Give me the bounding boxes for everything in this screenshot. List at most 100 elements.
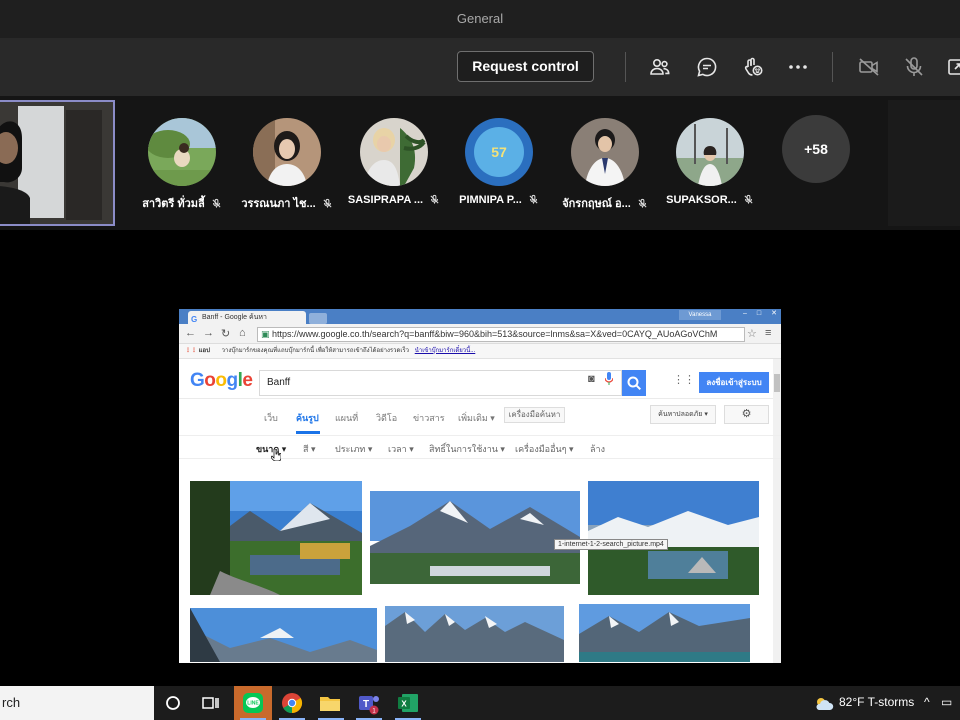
voice-search-icon[interactable]: [604, 372, 614, 386]
mic-muted-icon: [322, 198, 333, 212]
filter-usage-rights[interactable]: สิทธิ์ในการใช้งาน ▾: [429, 442, 505, 456]
profile-name: Vanessa: [679, 310, 721, 320]
scrollbar-thumb[interactable]: [774, 374, 780, 392]
people-icon[interactable]: [648, 55, 672, 79]
mic-muted-icon: [528, 194, 539, 208]
svg-text:LINE: LINE: [247, 701, 259, 707]
browser-tab-strip: G Banff - Google ค้นหา Vanessa – □ ✕: [179, 309, 781, 324]
maximize-icon[interactable]: □: [757, 310, 761, 317]
participant-name: PIMNIPA P...: [439, 194, 559, 208]
back-icon[interactable]: ←: [185, 327, 196, 339]
avatar: [676, 118, 744, 186]
apps-grid-icon: ⋮⋮: [185, 348, 197, 354]
filter-color[interactable]: สี ▾: [303, 442, 316, 456]
active-tab-indicator: [296, 431, 320, 434]
network-icon[interactable]: ▭: [941, 695, 952, 709]
address-bar[interactable]: ▣ https://www.google.co.th/search?q=banff…: [257, 327, 745, 342]
url-text: https://www.google.co.th/search?q=banff&…: [272, 329, 718, 339]
browser-tab[interactable]: G Banff - Google ค้นหา: [188, 311, 306, 324]
participant-name: SUPAKSOR...: [650, 194, 770, 208]
participant-name: วรรณนภา ไช...: [227, 194, 347, 212]
sign-in-button[interactable]: ลงชื่อเข้าสู่ระบบ: [699, 372, 769, 393]
participant-tile[interactable]: สาวิตรี ทั่วมลี้: [122, 118, 242, 210]
tab-more[interactable]: เพิ่มเติม ▾: [458, 411, 495, 425]
browser-menu-icon[interactable]: ≡: [765, 327, 771, 339]
minimize-icon[interactable]: –: [743, 310, 747, 317]
reactions-icon[interactable]: [741, 55, 765, 79]
camera-search-icon[interactable]: ◙: [588, 373, 595, 385]
windows-taskbar: rch LINE T1 X 82°F T-storms ^ ▭: [0, 686, 960, 720]
teams-icon[interactable]: T1: [357, 691, 381, 715]
avatar: [148, 118, 216, 186]
participant-tile[interactable]: จักรกฤษณ์ อ...: [545, 118, 665, 210]
chevron-up-icon[interactable]: ^: [924, 695, 930, 709]
image-result[interactable]: [370, 491, 580, 584]
participant-name: SASIPRAPA ...: [334, 194, 454, 208]
tab-web[interactable]: เว็บ: [264, 411, 278, 425]
chrome-icon[interactable]: [280, 691, 304, 715]
teams-meeting-window: { "window": {"title": "General"}, "toolb…: [0, 0, 960, 720]
reload-icon[interactable]: ↻: [221, 327, 230, 340]
file-tooltip: 1-internet-1-2-search_picture.mp4: [554, 539, 668, 550]
home-icon[interactable]: ⌂: [239, 327, 246, 339]
chat-icon[interactable]: [695, 55, 719, 79]
tab-videos[interactable]: วิดีโอ: [376, 411, 397, 425]
tab-images[interactable]: ค้นรูป: [296, 411, 319, 425]
filter-clear[interactable]: ล้าง: [590, 442, 605, 456]
more-participants-button[interactable]: +58: [782, 115, 850, 183]
mic-muted-icon: [637, 198, 648, 212]
participant-tile[interactable]: SUPAKSOR...: [650, 118, 770, 206]
image-result[interactable]: [588, 481, 759, 595]
taskbar-search-input[interactable]: rch: [0, 686, 154, 720]
bookmarks-bar: ⋮⋮ แอป วางบุ๊กมาร์กของคุณที่แถบบุ๊กมาร์ก…: [179, 344, 781, 359]
meeting-toolbar: Request control: [0, 38, 960, 96]
tab-maps[interactable]: แผนที่: [335, 411, 358, 425]
participant-tile[interactable]: วรรณนภา ไช...: [227, 118, 347, 210]
tab-news[interactable]: ข่าวสาร: [413, 411, 445, 425]
search-button[interactable]: [622, 370, 646, 396]
search-input[interactable]: Banff: [259, 370, 622, 396]
side-video-tile: [888, 100, 960, 226]
svg-text:X: X: [401, 700, 407, 709]
search-tools-button[interactable]: เครื่องมือค้นหา: [504, 407, 565, 423]
camera-off-icon[interactable]: [857, 55, 881, 79]
toolbar-divider: [625, 52, 626, 82]
weather-text[interactable]: 82°F T-storms: [839, 695, 914, 709]
line-app-icon[interactable]: LINE: [241, 691, 265, 715]
settings-gear-icon[interactable]: ⚙: [724, 405, 769, 424]
search-icon: [627, 376, 642, 391]
participant-tile[interactable]: 57 PIMNIPA P...: [439, 118, 559, 206]
self-video-tile[interactable]: [0, 100, 115, 226]
filter-more-tools[interactable]: เครื่องมืออื่นๆ ▾: [515, 442, 574, 456]
share-tray-icon[interactable]: [946, 55, 960, 79]
file-explorer-icon[interactable]: [318, 691, 342, 715]
cortana-icon[interactable]: [161, 691, 185, 715]
request-control-button[interactable]: Request control: [457, 51, 594, 82]
forward-icon[interactable]: →: [203, 327, 214, 339]
tab-title: Banff - Google ค้นหา: [202, 314, 267, 321]
mic-off-icon[interactable]: [902, 55, 926, 79]
new-tab-button[interactable]: [309, 313, 327, 324]
more-options-icon[interactable]: [786, 55, 810, 79]
image-result[interactable]: [190, 481, 362, 595]
filter-type[interactable]: ประเภท ▾: [335, 442, 372, 456]
google-header: Google Banff ◙ ⋮⋮⋮ ลงชื่อเข้าสู่ระบบ: [179, 359, 781, 399]
close-icon[interactable]: ✕: [771, 310, 777, 317]
bookmarks-hint: วางบุ๊กมาร์กของคุณที่แถบบุ๊กมาร์กนี้ เพื…: [221, 348, 410, 354]
import-bookmarks-link[interactable]: นำเข้าบุ๊กมาร์กเดี๋ยวนี้...: [415, 348, 476, 354]
safesearch-dropdown[interactable]: ค้นหาปลอดภัย ▾: [650, 405, 716, 424]
excel-icon[interactable]: X: [396, 691, 420, 715]
google-logo[interactable]: Google: [190, 370, 253, 392]
avatar-initials: 57: [465, 118, 533, 186]
image-result[interactable]: [190, 608, 377, 662]
apps-shortcut[interactable]: ⋮⋮ แอป: [185, 348, 210, 354]
avatar: [360, 118, 428, 186]
search-filters: ขนาด ▾ สี ▾ ประเภท ▾ เวลา ▾ สิทธิ์ในการใ…: [179, 435, 781, 461]
bookmark-star-icon[interactable]: ☆: [747, 327, 757, 340]
weather-cloud-icon: [812, 692, 836, 716]
filter-time[interactable]: เวลา ▾: [388, 442, 414, 456]
participant-tile[interactable]: SASIPRAPA ...: [334, 118, 454, 206]
image-result[interactable]: [385, 606, 564, 662]
image-result[interactable]: [579, 604, 750, 662]
task-view-icon[interactable]: [198, 691, 222, 715]
